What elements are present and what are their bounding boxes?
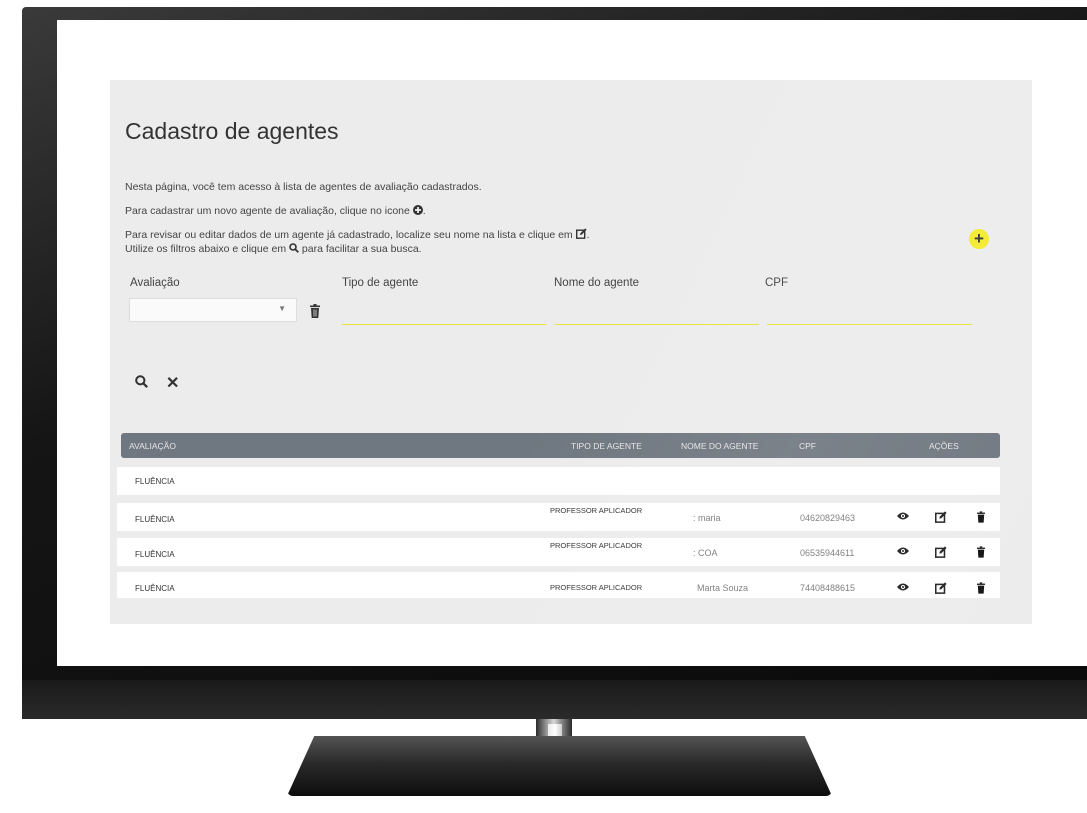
cell-cpf: 04620829463: [800, 513, 856, 523]
cell-avaliacao: FLUÊNCIA: [135, 515, 175, 524]
trash-icon[interactable]: [977, 511, 985, 523]
search-button[interactable]: [135, 375, 148, 388]
filter-cpf-label: CPF: [765, 277, 788, 289]
filter-tipo-label: Tipo de agente: [342, 277, 419, 289]
table-row[interactable]: FLUÊNCIA PROFESSOR APLICADOR : maria 046…: [117, 503, 1000, 531]
cell-nome-agente: : COA: [693, 548, 718, 558]
cell-nome-agente: Marta Souza: [697, 583, 749, 593]
page-title: Cadastro de agentes: [125, 118, 339, 144]
screen: Cadastro de agentes Nesta página, você t…: [57, 20, 1087, 666]
table-row[interactable]: FLUÊNCIA: [117, 467, 1000, 495]
intro-text: .: [422, 205, 426, 217]
cell-avaliacao: FLUÊNCIA: [135, 477, 175, 486]
intro-text: para facilitar a sua busca.: [301, 243, 422, 255]
th-cpf: CPF: [799, 441, 816, 451]
cell-avaliacao: FLUÊNCIA: [135, 584, 175, 593]
eye-icon[interactable]: [897, 511, 909, 521]
trash-icon[interactable]: [977, 546, 985, 558]
clear-filters-button[interactable]: ✕: [166, 373, 179, 393]
plus-circle-icon: [412, 205, 423, 215]
intro-text: .: [586, 229, 590, 241]
monitor-chin: [22, 680, 1087, 719]
intro-line-1: Nesta página, você tem acesso à lista de…: [125, 181, 482, 193]
th-avaliacao: AVALIAÇÃO: [129, 441, 176, 451]
add-agent-button[interactable]: +: [969, 229, 989, 249]
th-acoes: AÇÕES: [929, 441, 959, 451]
cell-cpf: 06535944611: [800, 548, 855, 558]
cell-tipo-agente: PROFESSOR APLICADOR: [550, 506, 643, 515]
cell-tipo-agente: PROFESSOR APLICADOR: [550, 541, 643, 550]
intro-text: Para revisar ou editar dados de um agent…: [125, 229, 573, 241]
intro-line-4: Utilize os filtros abaixo e clique em pa…: [125, 243, 422, 255]
trash-icon[interactable]: [310, 304, 320, 318]
intro-text: Nesta página, você tem acesso à lista de…: [125, 181, 482, 193]
monitor-stand: [287, 736, 832, 796]
avaliacao-select[interactable]: ▼: [129, 298, 297, 322]
nome-agente-input[interactable]: [555, 304, 759, 325]
cell-avaliacao: FLUÊNCIA: [135, 550, 175, 559]
eye-icon[interactable]: [897, 546, 909, 556]
edit-icon[interactable]: [935, 511, 947, 523]
th-nome-agente: NOME DO AGENTE: [681, 441, 759, 451]
tipo-agente-input[interactable]: [342, 304, 546, 325]
table-row[interactable]: FLUÊNCIA PROFESSOR APLICADOR Marta Souza…: [117, 572, 1000, 598]
table-header: AVALIAÇÃO TIPO DE AGENTE NOME DO AGENTE …: [121, 433, 1000, 458]
intro-line-2: Para cadastrar um novo agente de avaliaç…: [125, 205, 426, 217]
search-icon: [289, 243, 299, 253]
intro-text: Para cadastrar um novo agente de avaliaç…: [125, 205, 410, 217]
filter-avaliacao-label: Avaliação: [130, 277, 180, 289]
chevron-down-icon: ▼: [278, 304, 286, 313]
edit-icon[interactable]: [935, 546, 947, 558]
intro-text: Utilize os filtros abaixo e clique em: [125, 243, 287, 255]
eye-icon[interactable]: [897, 582, 909, 592]
intro-line-3: Para revisar ou editar dados de um agent…: [125, 228, 590, 241]
cell-nome-agente: : maria: [693, 513, 721, 523]
trash-icon[interactable]: [977, 582, 985, 594]
cpf-input[interactable]: [767, 304, 972, 325]
edit-icon: [575, 228, 587, 239]
filter-nome-label: Nome do agente: [554, 277, 640, 289]
edit-icon[interactable]: [935, 582, 947, 594]
th-tipo-agente: TIPO DE AGENTE: [571, 441, 642, 451]
cell-tipo-agente: PROFESSOR APLICADOR: [550, 583, 643, 592]
cell-cpf: 74408488615: [800, 583, 856, 593]
table-row[interactable]: FLUÊNCIA PROFESSOR APLICADOR : COA 06535…: [117, 538, 1000, 566]
